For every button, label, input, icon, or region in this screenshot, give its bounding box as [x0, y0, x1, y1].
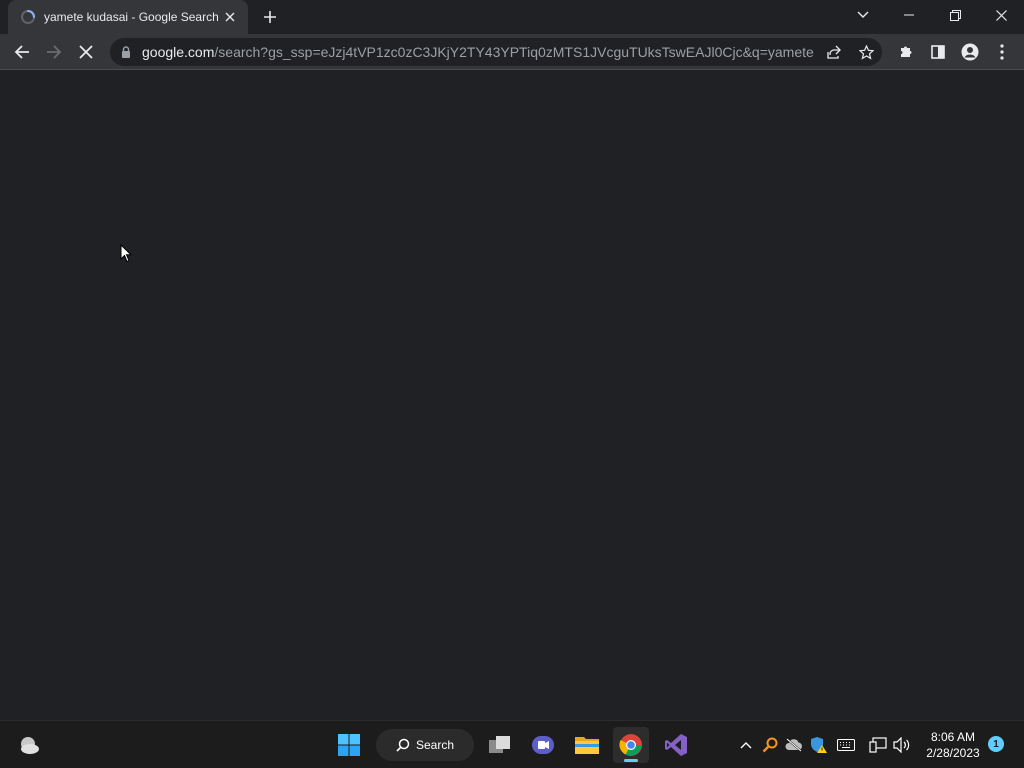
profile-button[interactable]	[956, 38, 984, 66]
share-button[interactable]	[822, 40, 846, 64]
folder-icon	[575, 737, 599, 754]
new-tab-button[interactable]	[258, 5, 282, 29]
tab-strip: yamete kudasai - Google Search	[0, 0, 1024, 34]
share-icon	[827, 45, 841, 59]
file-explorer-button[interactable]	[569, 727, 605, 763]
network-icon	[869, 737, 887, 753]
menu-button[interactable]	[988, 38, 1016, 66]
minimize-icon	[904, 14, 914, 16]
extensions-button[interactable]	[892, 38, 920, 66]
more-vertical-icon	[1000, 44, 1004, 60]
close-icon	[995, 9, 1007, 21]
magnifier-orange-icon	[762, 737, 778, 753]
restore-icon	[949, 9, 961, 21]
url-host: google.com	[142, 44, 215, 60]
task-view-icon	[489, 736, 510, 753]
chevron-up-icon	[740, 742, 752, 749]
show-hidden-icons-button[interactable]	[736, 735, 756, 755]
network-status[interactable]	[868, 735, 888, 755]
back-button[interactable]	[8, 38, 36, 66]
search-icon	[396, 738, 410, 752]
notification-badge[interactable]: 1	[988, 736, 1004, 752]
taskbar-search-button[interactable]: Search	[376, 729, 474, 761]
keyboard-input-indicator[interactable]	[836, 735, 856, 755]
forward-button[interactable]	[40, 38, 68, 66]
chrome-taskbar-button[interactable]	[613, 727, 649, 763]
tab-search-button[interactable]	[840, 0, 886, 30]
active-tab[interactable]: yamete kudasai - Google Search	[8, 0, 248, 34]
lock-icon[interactable]	[120, 46, 132, 58]
shield-warning-icon	[811, 737, 827, 753]
person-icon	[961, 43, 979, 61]
active-app-indicator	[624, 759, 638, 762]
browser-toolbar: google.com/search?gs_ssp=eJzj4tVP1zc0zC3…	[0, 34, 1024, 70]
minimize-button[interactable]	[886, 0, 932, 30]
cloud-offline-icon	[785, 738, 802, 752]
side-panel-icon	[931, 45, 945, 59]
teams-chat-icon	[532, 736, 554, 754]
star-icon	[858, 44, 874, 60]
loading-spinner-icon	[21, 10, 35, 24]
arrow-right-icon	[47, 45, 62, 59]
weather-widget[interactable]	[10, 727, 46, 763]
restore-button[interactable]	[932, 0, 978, 30]
close-icon	[225, 12, 235, 22]
mouse-cursor-icon	[120, 244, 132, 263]
tray-search-app[interactable]	[760, 735, 780, 755]
volume-control[interactable]	[892, 735, 912, 755]
arrow-left-icon	[14, 45, 29, 59]
keyboard-icon	[837, 739, 855, 751]
stop-loading-button[interactable]	[72, 38, 100, 66]
puzzle-icon	[901, 46, 912, 57]
security-status[interactable]	[808, 735, 828, 755]
clock-time: 8:06 AM	[930, 730, 976, 744]
onedrive-status[interactable]	[784, 735, 804, 755]
windows-logo-icon	[338, 734, 360, 756]
chevron-down-icon	[857, 11, 869, 18]
weather-cloud-icon	[21, 737, 39, 754]
teams-chat-button[interactable]	[525, 727, 561, 763]
task-view-button[interactable]	[482, 727, 518, 763]
page-content[interactable]	[0, 71, 1024, 720]
visual-studio-button[interactable]	[658, 727, 694, 763]
windows-taskbar: Search 8:06 AM 2/28/2023	[0, 720, 1024, 768]
bookmark-button[interactable]	[854, 40, 878, 64]
address-bar[interactable]: google.com/search?gs_ssp=eJzj4tVP1zc0zC3…	[110, 38, 882, 66]
start-button[interactable]	[331, 727, 367, 763]
taskbar-clock[interactable]: 8:06 AM 2/28/2023	[918, 729, 988, 761]
stop-icon	[79, 45, 93, 59]
plus-icon	[264, 11, 276, 23]
tab-title: yamete kudasai - Google Search	[44, 10, 219, 24]
close-window-button[interactable]	[978, 0, 1024, 30]
visual-studio-icon	[665, 734, 687, 756]
taskbar-search-label: Search	[416, 738, 455, 752]
speaker-icon	[893, 737, 910, 753]
url-text: google.com/search?gs_ssp=eJzj4tVP1zc0zC3…	[142, 44, 814, 60]
url-path: /search?gs_ssp=eJzj4tVP1zc0zC3JKjY2TY43Y…	[214, 44, 814, 60]
chrome-icon	[619, 734, 642, 756]
tab-close-button[interactable]	[220, 7, 240, 27]
side-panel-button[interactable]	[924, 38, 952, 66]
clock-date: 2/28/2023	[926, 746, 980, 760]
